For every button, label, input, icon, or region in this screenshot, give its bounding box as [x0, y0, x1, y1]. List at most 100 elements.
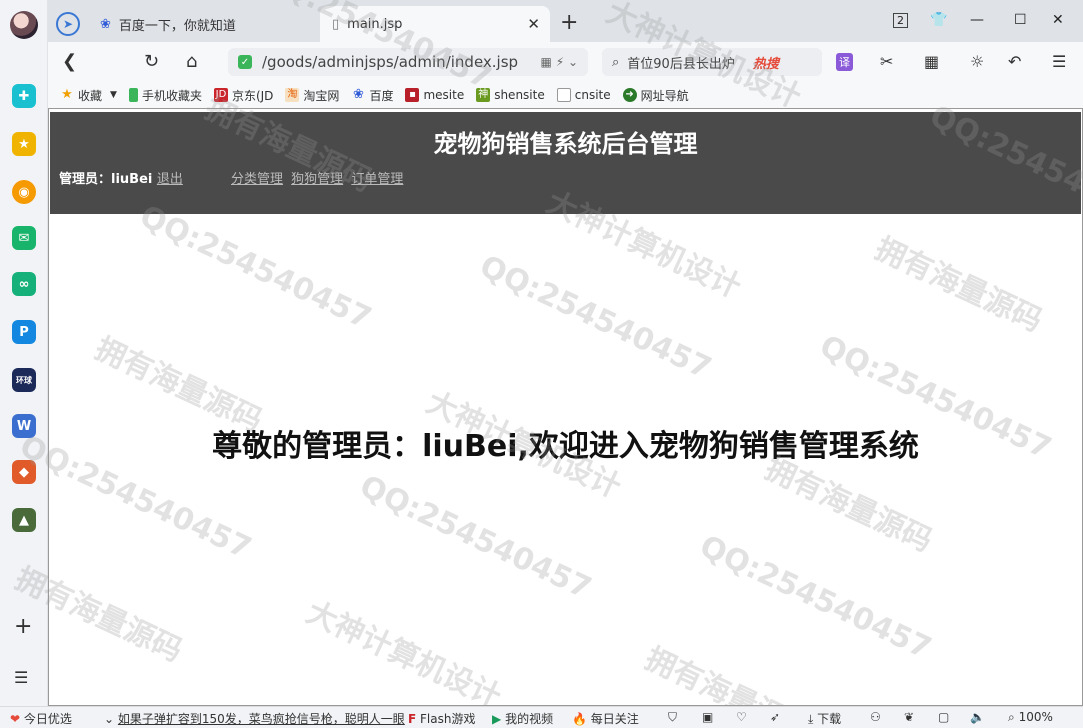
game-icon[interactable]: ⚇ — [870, 710, 881, 724]
shensite-icon: 神 — [476, 88, 491, 102]
baidu-paw-icon: ❀ — [100, 16, 111, 32]
tab-count-badge[interactable]: 2 — [893, 13, 908, 28]
address-bar: ❮ ↻ ⌂ ✓ /goods/adminjsps/admin/index.jsp… — [48, 42, 1083, 82]
welcome-message: 尊敬的管理员：liuBei,欢迎进入宠物狗销售管理系统 — [212, 429, 919, 464]
mail-icon[interactable]: ✉ — [12, 226, 36, 250]
home-button[interactable]: ⌂ — [186, 51, 197, 72]
my-video[interactable]: ▶ 我的视频 — [492, 710, 553, 727]
undo-icon[interactable]: ↶ — [1008, 52, 1021, 71]
tab-label: 百度一下，你就知道 — [118, 18, 236, 34]
close-icon[interactable]: ✕ — [527, 15, 540, 33]
minimize-button[interactable]: — — [970, 12, 984, 28]
admin-label: 管理员：liuBei — [59, 172, 153, 187]
logout-link[interactable]: 退出 — [157, 172, 183, 187]
image-icon[interactable]: ▣ — [702, 710, 713, 724]
menu-order-management[interactable]: 订单管理 — [351, 172, 403, 187]
bookmark-mobile[interactable]: 手机收藏夹 — [128, 87, 202, 104]
download-icon: ⤓ — [808, 712, 814, 726]
flash-icon: F — [408, 712, 417, 726]
list-menu-icon[interactable]: ☰ — [14, 668, 28, 687]
heart-icon: ❤ — [10, 712, 21, 726]
tab-bar: ➤ ❀ 百度一下，你就知道 ▯ main.jsp ✕ + 2 👕 — ☐ ✕ — [48, 0, 1083, 42]
back-button[interactable]: ❮ — [62, 51, 77, 72]
link-icon[interactable]: ∞ — [12, 272, 36, 296]
new-tab-button[interactable]: + — [560, 10, 578, 35]
news-ticker[interactable]: ⌄ 如果子弹扩容到150发，菜鸟疯抢信号枪，聪明人一眼 — [104, 710, 405, 727]
fire-icon: 🔥 — [572, 712, 587, 726]
url-text: /goods/adminjsps/admin/index.jsp — [262, 53, 519, 71]
admin-info: 管理员：liuBei 退出 — [59, 168, 183, 187]
game-app-icon-2[interactable]: ▲ — [12, 508, 36, 532]
menu-category-management[interactable]: 分类管理 — [231, 172, 283, 187]
health-icon[interactable]: ♡ — [736, 710, 747, 724]
scissors-icon[interactable]: ✂ — [880, 52, 893, 71]
page-content: 宠物狗销售系统后台管理 管理员：liuBei 退出 分类管理 狗狗管理 订单管理… — [48, 108, 1083, 706]
phone-icon — [128, 88, 138, 102]
browser-sidebar: ✚ ★ ◉ ✉ ∞ P 环球 W ◆ ▲ + ☰ — [0, 0, 48, 706]
skin-icon[interactable]: 👕 — [930, 12, 947, 28]
bookmark-jd[interactable]: JD 京东(JD — [213, 87, 273, 104]
game-app-icon-1[interactable]: ◆ — [12, 460, 36, 484]
nav-icon: ➜ — [622, 88, 637, 102]
tab-label: main.jsp — [347, 16, 403, 32]
menu-dog-management[interactable]: 狗狗管理 — [291, 172, 343, 187]
status-bar: ❤ 今日优选 ⌄ 如果子弹扩容到150发，菜鸟疯抢信号枪，聪明人一眼 F Fla… — [0, 706, 1083, 728]
zoom-control[interactable]: ⌕ 100% — [1008, 710, 1053, 725]
reload-button[interactable]: ↻ — [144, 51, 159, 72]
sidebar-app-icon-1[interactable]: ✚ — [12, 84, 36, 108]
bookmark-shensite[interactable]: 神 shensite — [476, 88, 545, 102]
shield-status-icon[interactable]: ⛉ — [668, 710, 677, 725]
weibo-icon[interactable]: ◉ — [12, 180, 36, 204]
shield-icon: ✓ — [238, 55, 252, 69]
taobao-icon: 淘 — [285, 88, 300, 102]
window-icon[interactable]: ▢ — [938, 710, 949, 724]
volume-icon[interactable]: 🔈 — [970, 710, 985, 724]
search-icon: ⌕ — [612, 54, 620, 70]
tab-baidu[interactable]: ❀ 百度一下，你就知道 — [88, 6, 320, 42]
admin-menu: 分类管理 狗狗管理 订单管理 — [231, 168, 407, 187]
chevron-down-icon: ⌄ — [104, 712, 115, 726]
bookmark-favorites[interactable]: ★ 收藏 ▼ — [60, 87, 117, 104]
user-avatar[interactable] — [10, 11, 38, 39]
brightness-icon[interactable]: ☼ — [970, 52, 984, 71]
page-title: 宠物狗销售系统后台管理 — [433, 130, 698, 158]
page-icon: ▯ — [332, 16, 340, 32]
hot-search-label[interactable]: 热搜 — [753, 53, 779, 72]
navigate-icon[interactable]: ➤ — [56, 12, 80, 36]
translate-icon[interactable]: 译 — [836, 53, 853, 71]
rocket-icon[interactable]: ➶ — [770, 710, 780, 724]
bookmark-nav[interactable]: ➜ 网址导航 — [622, 87, 689, 104]
p-app-icon[interactable]: P — [12, 320, 36, 344]
flash-games[interactable]: F Flash游戏 — [408, 710, 475, 727]
daily-pick[interactable]: ❤ 今日优选 — [10, 710, 72, 727]
daily-focus[interactable]: 🔥 每日关注 — [572, 710, 639, 727]
leaf-icon[interactable]: ❦ — [904, 710, 914, 724]
window-close-button[interactable]: ✕ — [1052, 12, 1064, 28]
add-icon[interactable]: + — [14, 614, 32, 639]
maximize-button[interactable]: ☐ — [1014, 12, 1027, 28]
jd-icon: JD — [213, 88, 228, 102]
bookmark-taobao[interactable]: 淘淘宝网 — [285, 87, 339, 104]
bookmarks-bar: ★ 收藏 ▼ 手机收藏夹 JD 京东(JD 淘淘宝网 ❀ 百度 ▪ mesite 神 she… — [48, 82, 1083, 108]
page-header: 宠物狗销售系统后台管理 管理员：liuBei 退出 分类管理 狗狗管理 订单管理 — [50, 112, 1081, 214]
mesite-icon: ▪ — [405, 88, 420, 102]
bookmark-mesite[interactable]: ▪ mesite — [405, 88, 464, 102]
search-input[interactable]: ⌕ 首位90后县长出炉 热搜 — [602, 48, 822, 76]
search-query: 首位90后县长出炉 — [627, 56, 735, 72]
bookmark-cnsite[interactable]: cnsite — [556, 88, 611, 102]
grid-icon[interactable]: ▦ — [924, 52, 939, 71]
url-field[interactable]: ✓ /goods/adminjsps/admin/index.jsp ▦ ⚡ ⌄ — [228, 48, 588, 76]
document-app-icon[interactable]: W — [12, 414, 36, 438]
news-app-icon[interactable]: 环球 — [12, 368, 36, 392]
sidebar-star-icon[interactable]: ★ — [12, 132, 36, 156]
url-tools-icon[interactable]: ▦ ⚡ ⌄ — [541, 55, 578, 69]
page-icon — [556, 88, 571, 102]
play-icon: ▶ — [492, 712, 502, 726]
main-menu-icon[interactable]: ☰ — [1052, 52, 1066, 71]
zoom-icon: ⌕ — [1008, 710, 1015, 724]
tab-main-jsp[interactable]: ▯ main.jsp ✕ — [320, 6, 550, 42]
baidu-paw-icon: ❀ — [352, 87, 364, 102]
bookmark-baidu[interactable]: ❀ 百度 — [351, 87, 393, 104]
download-button[interactable]: ⤓ 下载 — [808, 710, 841, 727]
star-icon: ★ — [61, 87, 73, 102]
